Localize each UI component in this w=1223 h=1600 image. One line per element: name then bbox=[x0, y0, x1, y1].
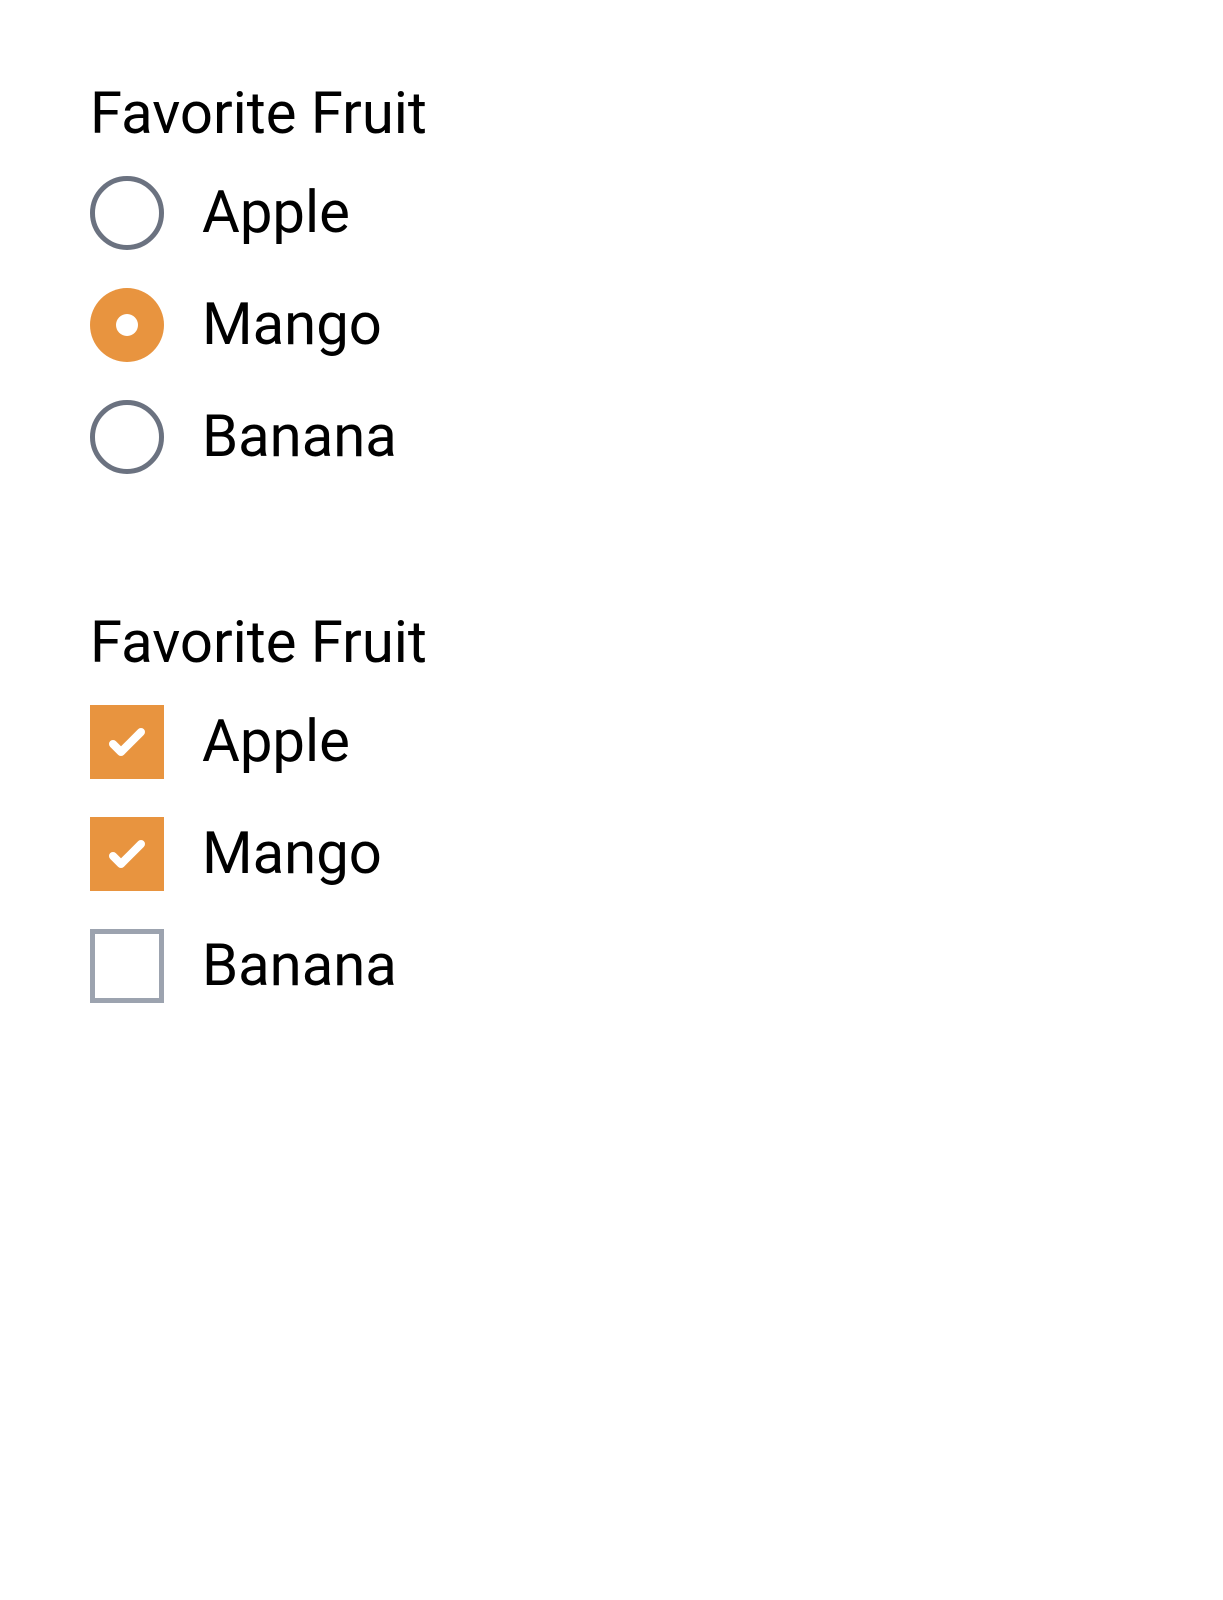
radio-group: Favorite Fruit Apple Mango Banana bbox=[90, 80, 1133, 474]
checkbox-option-label: Mango bbox=[202, 825, 382, 883]
checkbox-checked-icon bbox=[90, 705, 164, 779]
radio-button-icon bbox=[90, 400, 164, 474]
checkbox-checked-icon bbox=[90, 817, 164, 891]
checkbox-option-apple[interactable]: Apple bbox=[90, 705, 1133, 779]
checkbox-option-mango[interactable]: Mango bbox=[90, 817, 1133, 891]
radio-button-icon bbox=[90, 176, 164, 250]
checkbox-option-label: Apple bbox=[202, 713, 350, 771]
checkbox-icon bbox=[90, 929, 164, 1003]
radio-option-label: Banana bbox=[202, 408, 397, 466]
radio-option-label: Mango bbox=[202, 296, 382, 354]
radio-option-mango[interactable]: Mango bbox=[90, 288, 1133, 362]
checkbox-group: Favorite Fruit Apple Mango Banana bbox=[90, 609, 1133, 1003]
radio-option-apple[interactable]: Apple bbox=[90, 176, 1133, 250]
checkbox-option-label: Banana bbox=[202, 937, 397, 995]
radio-button-selected-icon bbox=[90, 288, 164, 362]
checkbox-group-title: Favorite Fruit bbox=[90, 609, 1133, 677]
checkbox-option-banana[interactable]: Banana bbox=[90, 929, 1133, 1003]
radio-option-label: Apple bbox=[202, 184, 350, 242]
radio-group-title: Favorite Fruit bbox=[90, 80, 1133, 148]
radio-option-banana[interactable]: Banana bbox=[90, 400, 1133, 474]
